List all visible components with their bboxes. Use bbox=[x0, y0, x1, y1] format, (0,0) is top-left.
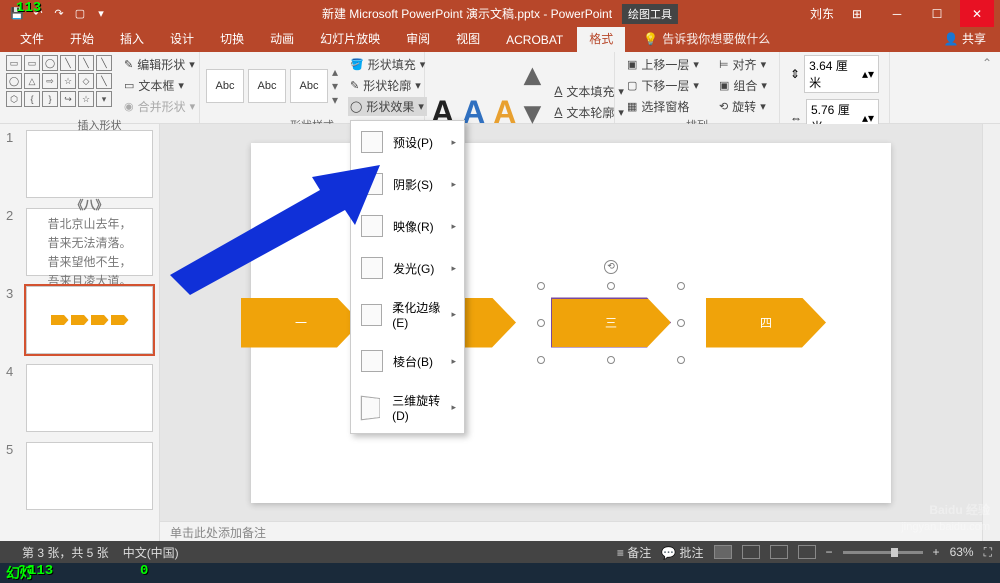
ribbon-options-icon[interactable]: ⊞ bbox=[840, 0, 874, 27]
badge-5: 0 bbox=[140, 563, 148, 579]
slide-canvas[interactable]: 一 二 ⟲ 三 四 bbox=[251, 143, 891, 503]
slide-thumb-3[interactable] bbox=[26, 286, 153, 354]
context-tab-label: 绘图工具 bbox=[622, 4, 678, 24]
shape-fill-button[interactable]: 🪣 形状填充 ▾ bbox=[348, 55, 427, 74]
reading-view-icon[interactable] bbox=[770, 545, 788, 559]
shape-effects-menu: 预设(P)▸ 阴影(S)▸ 映像(R)▸ 发光(G)▸ 柔化边缘(E)▸ 棱台(… bbox=[350, 120, 465, 434]
chevron-1[interactable]: 一 bbox=[241, 298, 361, 348]
maximize-icon[interactable]: ☐ bbox=[920, 0, 954, 27]
tell-me[interactable]: 💡 告诉我你想要做什么 bbox=[635, 25, 778, 52]
tab-review[interactable]: 审阅 bbox=[394, 25, 442, 52]
badge-4: 113 bbox=[28, 563, 53, 579]
slide-thumb-1[interactable] bbox=[26, 130, 153, 198]
menu-glow[interactable]: 发光(G)▸ bbox=[351, 247, 464, 289]
vertical-scrollbar[interactable] bbox=[982, 124, 1000, 541]
shape-gallery[interactable]: ▭▭◯╲╲╲ ◯△⇨☆◇╲ ⬡{}↪☆▾ bbox=[6, 55, 112, 116]
merge-shapes-button: ◉ 合并形状 ▾ bbox=[122, 97, 197, 116]
zoom-slider[interactable] bbox=[843, 551, 923, 554]
badge-1: 113 bbox=[16, 0, 41, 16]
status-bar: 第 3 张，共 5 张 中文(中国) ≡ 备注 💬 批注 − + 63% ⛶ bbox=[0, 541, 1000, 563]
slide-thumb-4[interactable] bbox=[26, 364, 153, 432]
redo-icon[interactable]: ↷ bbox=[50, 5, 68, 23]
notes-toggle[interactable]: ≡ 备注 bbox=[617, 544, 651, 561]
rotate-button[interactable]: ⟲ 旋转 ▾ bbox=[717, 97, 769, 116]
chevron-4[interactable]: 四 bbox=[706, 298, 826, 348]
minimize-icon[interactable]: ─ bbox=[880, 0, 914, 27]
tab-transitions[interactable]: 切换 bbox=[208, 25, 256, 52]
comments-toggle[interactable]: 💬 批注 bbox=[661, 544, 703, 561]
height-icon: ⇕ bbox=[790, 67, 800, 81]
menu-bevel[interactable]: 棱台(B)▸ bbox=[351, 340, 464, 382]
ribbon-tabs: 文件 开始 插入 设计 切换 动画 幻灯片放映 审阅 视图 ACROBAT 格式… bbox=[0, 27, 1000, 52]
bring-forward-button[interactable]: ▣ 上移一层 ▾ bbox=[625, 55, 701, 74]
tab-file[interactable]: 文件 bbox=[8, 25, 56, 52]
zoom-level[interactable]: 63% bbox=[950, 545, 974, 559]
user-name[interactable]: 刘东 bbox=[810, 5, 834, 22]
tab-format[interactable]: 格式 bbox=[577, 25, 625, 52]
tab-home[interactable]: 开始 bbox=[58, 25, 106, 52]
slide-thumb-2[interactable]: 《八》昔北京山去年，昔来无法清落。昔来望他不生，吾来且凌大道。 bbox=[26, 208, 153, 276]
group-button[interactable]: ▣ 组合 ▾ bbox=[717, 76, 769, 95]
send-backward-button[interactable]: ▢ 下移一层 ▾ bbox=[625, 76, 701, 95]
tab-slideshow[interactable]: 幻灯片放映 bbox=[308, 25, 392, 52]
language-status[interactable]: 中文(中国) bbox=[123, 544, 179, 561]
textbox-button[interactable]: ▭ 文本框 ▾ bbox=[122, 76, 197, 95]
share-button[interactable]: 👤 共享 bbox=[930, 25, 1000, 52]
rotate-handle-icon[interactable]: ⟲ bbox=[604, 260, 618, 274]
slideshow-view-icon[interactable] bbox=[798, 545, 816, 559]
chevron-3-selected[interactable]: ⟲ 三 bbox=[541, 286, 681, 360]
slide-panel[interactable]: 1 2《八》昔北京山去年，昔来无法清落。昔来望他不生，吾来且凌大道。 3 4 5 bbox=[0, 124, 160, 541]
menu-reflection[interactable]: 映像(R)▸ bbox=[351, 205, 464, 247]
menu-preset[interactable]: 预设(P)▸ bbox=[351, 121, 464, 163]
shape-outline-button[interactable]: ✎ 形状轮廓 ▾ bbox=[348, 76, 427, 95]
sorter-view-icon[interactable] bbox=[742, 545, 760, 559]
tab-view[interactable]: 视图 bbox=[444, 25, 492, 52]
close-icon[interactable]: ✕ bbox=[960, 0, 994, 27]
ribbon: ▭▭◯╲╲╲ ◯△⇨☆◇╲ ⬡{}↪☆▾ ✎ 编辑形状 ▾ ▭ 文本框 ▾ ◉ … bbox=[0, 52, 1000, 124]
slide-counter[interactable]: 第 3 张，共 5 张 bbox=[22, 544, 109, 561]
qat-dropdown-icon[interactable]: ▾ bbox=[92, 5, 110, 23]
normal-view-icon[interactable] bbox=[714, 545, 732, 559]
menu-softedges[interactable]: 柔化边缘(E)▸ bbox=[351, 289, 464, 340]
start-from-beginning-icon[interactable]: ▢ bbox=[71, 5, 89, 23]
shape-effects-button[interactable]: ◯ 形状效果 ▾ bbox=[348, 97, 427, 116]
tab-acrobat[interactable]: ACROBAT bbox=[494, 28, 575, 52]
document-title: 新建 Microsoft PowerPoint 演示文稿.pptx - Powe… bbox=[322, 5, 612, 22]
menu-3drotation[interactable]: 三维旋转(D)▸ bbox=[351, 382, 464, 433]
zoom-out-icon[interactable]: − bbox=[826, 545, 833, 559]
align-button[interactable]: ⊨ 对齐 ▾ bbox=[717, 55, 769, 74]
menu-shadow[interactable]: 阴影(S)▸ bbox=[351, 163, 464, 205]
fit-window-icon[interactable]: ⛶ bbox=[984, 545, 992, 560]
width-icon: ⇔ bbox=[790, 111, 802, 125]
zoom-in-icon[interactable]: + bbox=[933, 545, 940, 559]
selection-pane-button[interactable]: ▦ 选择窗格 bbox=[625, 97, 701, 116]
tab-design[interactable]: 设计 bbox=[158, 25, 206, 52]
shape-style-gallery[interactable]: Abc Abc Abc ▴▾▾ bbox=[206, 65, 338, 107]
height-field[interactable]: 3.64 厘米 ▴▾ bbox=[804, 55, 879, 93]
tab-insert[interactable]: 插入 bbox=[108, 25, 156, 52]
collapse-ribbon-icon[interactable]: ⌃ bbox=[890, 52, 1000, 123]
edit-shape-button[interactable]: ✎ 编辑形状 ▾ bbox=[122, 55, 197, 74]
watermark: Baidu 经验jingyan.baidu.com bbox=[901, 493, 990, 533]
slide-thumb-5[interactable] bbox=[26, 442, 153, 510]
tab-animations[interactable]: 动画 bbox=[258, 25, 306, 52]
notes-area[interactable]: 单击此处添加备注 bbox=[160, 521, 982, 541]
title-bar: 💾 ↶ ↷ ▢ ▾ 新建 Microsoft PowerPoint 演示文稿.p… bbox=[0, 0, 1000, 27]
